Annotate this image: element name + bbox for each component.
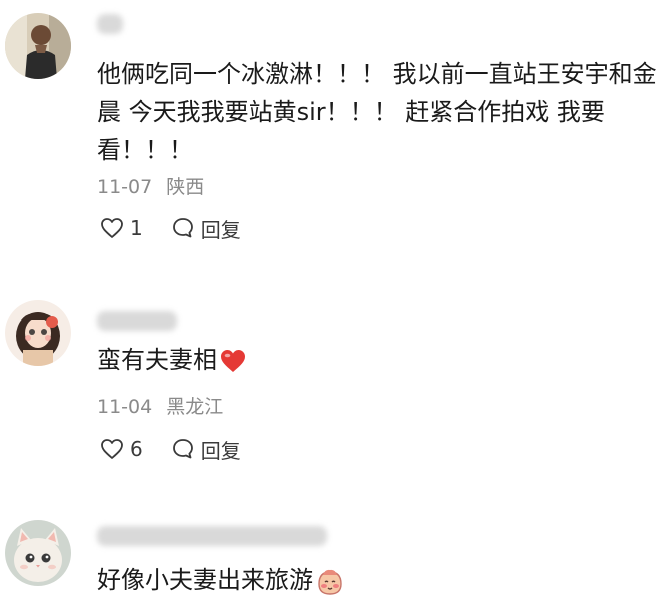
comment-date: 11-04 <box>97 396 153 418</box>
comment-list: 他俩吃同一个冰激淋！！！ 我以前一直站王安宇和金 晨 今天我我要站黄sir！！！… <box>0 0 662 603</box>
user-avatar-girl-icon <box>5 300 71 366</box>
like-count: 6 <box>130 437 143 461</box>
username-redacted <box>97 14 123 34</box>
comment-text: 蛮有夫妻相 <box>97 341 247 379</box>
comment-line: 他俩吃同一个冰激淋！！！ 我以前一直站王安宇和金 <box>97 60 657 88</box>
speech-bubble-icon <box>172 218 193 238</box>
comment-line: 好像小夫妻出来旅游 <box>97 566 313 594</box>
red-heart-icon <box>221 350 245 372</box>
comment-line: 晨 今天我我要站黄sir！！！ 赶紧合作拍戏 我要 <box>97 98 605 126</box>
heart-outline-icon <box>101 218 123 238</box>
like-button[interactable]: 1 <box>100 216 143 240</box>
comment-item: 好像小夫妻出来旅游 <box>0 490 662 603</box>
reply-button[interactable]: 回复 <box>171 214 241 243</box>
avatar[interactable] <box>5 300 71 366</box>
avatar[interactable] <box>5 13 71 79</box>
comment-meta: 11-04 黑龙江 <box>97 395 223 419</box>
comment-line: 蛮有夫妻相 <box>97 346 217 374</box>
blushing-face-emoji-icon <box>318 569 342 595</box>
comment-actions: 6 回复 <box>100 434 241 464</box>
comment-text: 他俩吃同一个冰激淋！！！ 我以前一直站王安宇和金 晨 今天我我要站黄sir！！！… <box>97 55 657 169</box>
user-avatar-man-icon <box>5 13 71 79</box>
username-redacted <box>97 526 327 546</box>
username-redacted <box>97 311 177 331</box>
comment-location: 黑龙江 <box>166 396 224 418</box>
comment-item: 蛮有夫妻相 11-04 黑龙江 6 回复 <box>0 270 662 490</box>
comment-location: 陕西 <box>166 176 205 198</box>
like-count: 1 <box>130 216 143 240</box>
comment-meta: 11-07 陕西 <box>97 175 204 199</box>
avatar[interactable] <box>5 520 71 586</box>
speech-bubble-icon <box>172 439 193 459</box>
reply-label: 回复 <box>200 438 241 463</box>
reply-button[interactable]: 回复 <box>171 435 241 464</box>
user-avatar-cat-icon <box>5 520 71 586</box>
comment-text: 好像小夫妻出来旅游 <box>97 561 345 599</box>
comment-date: 11-07 <box>97 176 153 198</box>
comment-item: 他俩吃同一个冰激淋！！！ 我以前一直站王安宇和金 晨 今天我我要站黄sir！！！… <box>0 0 662 270</box>
comment-line: 看！！！ <box>97 136 193 164</box>
reply-label: 回复 <box>200 217 241 242</box>
comment-actions: 1 回复 <box>100 213 241 243</box>
heart-outline-icon <box>101 439 123 459</box>
like-button[interactable]: 6 <box>100 437 143 461</box>
